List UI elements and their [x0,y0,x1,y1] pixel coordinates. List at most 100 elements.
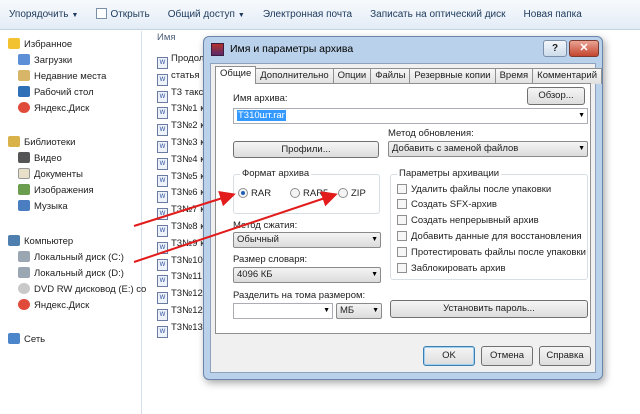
archive-params-title: Параметры архивации [397,168,502,179]
nav-favorites[interactable]: Избранное [8,37,72,53]
test-files-checkbox[interactable]: Протестировать файлы после упаковки [397,247,586,258]
file-row[interactable]: W Т3№2 к [157,118,205,137]
file-name: Т3№3 к [171,137,205,148]
file-row[interactable]: W Т3№12 [157,286,203,305]
music-icon [18,200,30,211]
star-icon [8,38,20,49]
file-row[interactable]: W Т3№10 [157,253,203,271]
nav-images[interactable]: Изображения [18,183,94,199]
file-row[interactable]: W Продол [157,51,205,69]
tab-general[interactable]: Общие [215,66,257,84]
checkbox-icon [397,263,407,273]
file-row[interactable]: W Т3№3 к [157,135,205,153]
chevron-down-icon: ▼ [371,271,378,278]
help-button[interactable]: ? [543,40,567,57]
browse-button[interactable]: Обзор... [527,87,585,105]
file-row[interactable]: W Т3№11 [157,269,203,288]
file-row[interactable]: W Т3№4 к [157,152,205,170]
tab-advanced[interactable]: Дополнительно [255,68,334,84]
file-name: Продол [171,53,205,64]
compression-select[interactable]: Обычный ▼ [233,232,381,248]
sfx-checkbox[interactable]: Создать SFX-архив [397,199,497,210]
help-dialog-button[interactable]: Справка [539,346,591,366]
split-unit-select[interactable]: МБ ▼ [336,303,382,319]
nav-disk-d[interactable]: Локальный диск (D:) [18,266,124,282]
ok-button[interactable]: OK [423,346,475,366]
nav-video[interactable]: Видео [18,151,62,167]
format-zip-radio[interactable]: ZIP [338,188,366,199]
file-row[interactable]: W Т3№9 к [157,236,204,254]
file-name: Т3№2 к [171,120,205,132]
solid-archive-checkbox[interactable]: Создать непрерывный архив [397,215,539,226]
archive-format-group: Формат архива RAR RAR5 ZIP [233,168,380,214]
hard-drive-icon [18,251,30,262]
nav-dvd[interactable]: DVD RW дисковод (E:) co [18,282,146,298]
archive-name-field[interactable]: Т310шт.rar ▼ [233,108,588,124]
nav-yandex-disk[interactable]: Яндекс.Диск [18,101,89,117]
archive-name-label: Имя архива: [233,93,288,104]
nav-computer[interactable]: Компьютер [8,234,73,250]
file-name: Т3№4 к [171,153,205,165]
split-size-field[interactable]: ▼ [233,303,333,319]
close-button[interactable]: ✕ [569,40,599,57]
file-row[interactable]: Wстатья [157,68,200,86]
split-volumes-label: Разделить на тома размером: [233,290,366,301]
nav-music[interactable]: Музыка [18,199,68,215]
file-name: Т3№7 к [171,204,205,216]
share-menu[interactable]: Общий доступ ▼ [159,4,254,26]
format-rar-radio[interactable]: RAR [238,188,271,199]
file-row[interactable]: W Т3№5 к [157,169,204,187]
dialog-client: Общие Дополнительно Опции Файлы Резервны… [210,63,603,373]
nav-recent[interactable]: Недавние места [18,69,106,85]
file-name: Т3№12 [171,288,203,300]
organize-menu[interactable]: Упорядочить ▼ [0,4,87,26]
chevron-down-icon: ▼ [578,112,585,119]
file-row[interactable]: W Т3№8 к [157,219,204,237]
email-button[interactable]: Электронная почта [254,4,361,26]
tab-options[interactable]: Опции [332,68,372,84]
file-row[interactable]: W Т3№13 [157,320,203,338]
tab-time[interactable]: Время [494,68,534,84]
file-row[interactable]: W Т3 такс [157,85,203,103]
nav-libraries[interactable]: Библиотеки [8,135,75,151]
video-icon [18,152,30,163]
nav-disk-c[interactable]: Локальный диск (C:) [18,250,124,266]
word-document-icon: W [157,325,168,338]
nav-documents[interactable]: Документы [18,167,83,183]
nav-desktop[interactable]: Рабочий стол [18,85,94,101]
libraries-icon [8,136,20,147]
dictionary-size-select[interactable]: 4096 КБ ▼ [233,267,381,283]
update-method-label: Метод обновления: [388,128,474,139]
dialog-titlebar[interactable]: Имя и параметры архива ? ✕ [204,37,602,63]
set-password-button[interactable]: Установить пароль... [390,300,588,318]
nav-network[interactable]: Сеть [8,332,45,348]
profiles-button[interactable]: Профили... [233,141,379,158]
delete-after-pack-checkbox[interactable]: Удалить файлы после упаковки [397,184,551,195]
downloads-icon [18,54,30,65]
checkbox-icon [397,231,407,241]
tab-backup[interactable]: Резервные копии [409,68,496,84]
tab-files[interactable]: Файлы [370,68,411,84]
file-row[interactable]: W Т3№12 [157,303,203,321]
tab-strip: Общие Дополнительно Опции Файлы Резервны… [215,66,603,84]
file-name: Т3№11 [171,271,203,283]
open-button[interactable]: Открыть [87,4,158,26]
radio-icon [290,188,300,198]
nav-downloads[interactable]: Загрузки [18,53,72,69]
compression-label: Метод сжатия: [233,220,298,231]
format-rar5-radio[interactable]: RAR5 [290,188,328,199]
lock-archive-checkbox[interactable]: Заблокировать архив [397,263,506,274]
dictionary-size-label: Размер словаря: [233,254,308,265]
nav-yandex-disk-2[interactable]: Яндекс.Диск [18,298,89,314]
file-row[interactable]: W Т3№7 к [157,202,205,221]
recovery-record-checkbox[interactable]: Добавить данные для восстановления [397,231,582,242]
chevron-down-icon: ▼ [371,236,378,243]
file-row[interactable]: W Т3№6 к [157,185,204,204]
burn-button[interactable]: Записать на оптический диск [361,4,514,26]
tab-comment[interactable]: Комментарий [532,68,603,84]
new-folder-button[interactable]: Новая папка [515,4,591,26]
column-header-name[interactable]: Имя [157,32,176,43]
file-row[interactable]: W Т3№1 к [157,101,204,120]
update-method-select[interactable]: Добавить с заменой файлов ▼ [388,141,588,157]
cancel-button[interactable]: Отмена [481,346,533,366]
